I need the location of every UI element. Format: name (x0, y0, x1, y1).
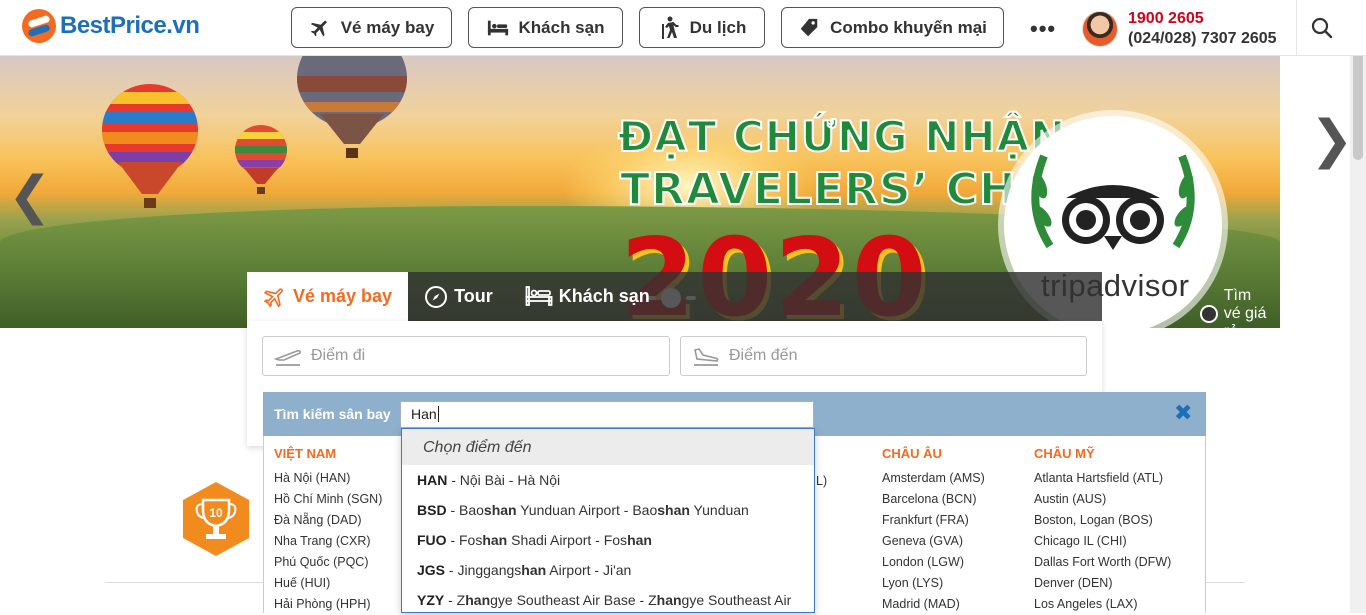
nav-flights-button[interactable]: Vé máy bay (291, 7, 452, 48)
column-title: VIỆT NAM (274, 446, 337, 461)
airport-item[interactable]: Hải Phòng (HPH) (274, 594, 382, 615)
airport-item[interactable]: London (LGW) (882, 552, 985, 573)
cheap-fare-label: Tìm vé giá rẻ (1223, 287, 1267, 340)
nav-hotels-label: Khách sạn (518, 17, 605, 37)
site-header: BestPrice.vn Vé máy bay Khách sạn Du lịc… (0, 0, 1366, 56)
bed-icon (487, 17, 509, 39)
phone-number[interactable]: (024/028) 7307 2605 (1128, 30, 1277, 48)
suggestion-item[interactable]: YZY - Zhangye Southeast Air Base - Zhang… (402, 585, 814, 612)
hotline-number[interactable]: 1900 2605 (1128, 10, 1204, 28)
tab-tour[interactable]: Tour (408, 272, 509, 321)
airport-item[interactable]: Denver (DEN) (1034, 573, 1171, 594)
airport-item[interactable]: Đà Nẵng (DAD) (274, 510, 382, 531)
landing-icon (691, 345, 721, 367)
plane-outline-icon (263, 285, 287, 309)
airport-item[interactable]: Barcelona (BCN) (882, 489, 985, 510)
svg-text:10: 10 (209, 506, 223, 520)
tab-flights[interactable]: Vé máy bay (247, 272, 409, 321)
airport-item[interactable]: Amsterdam (AMS) (882, 468, 985, 489)
airport-item[interactable]: Frankfurt (FRA) (882, 510, 985, 531)
award-title: ĐẠT CHỨNG NHẬN (617, 111, 1067, 162)
suggestion-item[interactable]: FUO - Foshan Shadi Airport - Foshan (402, 525, 814, 555)
toggle-switch[interactable] (1200, 305, 1218, 323)
search-icon[interactable] (1310, 16, 1336, 42)
close-icon[interactable]: ✖ (1174, 400, 1192, 426)
suggestion-dropdown: Chọn điểm đến HAN - Nội Bài - Hà Nội BSD… (401, 428, 815, 613)
nav-tours-button[interactable]: Du lịch (639, 7, 765, 48)
tab-hotels[interactable]: Khách sạn (509, 272, 666, 321)
nav-combo-label: Combo khuyến mại (830, 17, 987, 37)
suggestion-header: Chọn điểm đến (402, 429, 814, 465)
airport-item[interactable]: Madrid (MAD) (882, 594, 985, 615)
airport-item[interactable]: Chicago IL (CHI) (1034, 531, 1171, 552)
more-menu-button[interactable]: ••• (1030, 16, 1056, 42)
origin-placeholder: Điểm đi (311, 347, 366, 364)
hot-air-balloon-icon (235, 125, 287, 194)
airport-item[interactable]: Boston, Logan (BOS) (1034, 510, 1171, 531)
suggestion-item[interactable]: JGS - Jinggangshan Airport - Ji'an (402, 555, 814, 585)
plane-icon (309, 17, 331, 39)
airport-item[interactable]: Nha Trang (CXR) (274, 531, 382, 552)
hotline-avatar (1082, 11, 1118, 47)
cheap-fare-toggle[interactable]: Tìm vé giá rẻ (1200, 287, 1270, 341)
nav-tours-label: Du lịch (689, 17, 747, 37)
logo-tld: .vn (166, 12, 200, 39)
tab-flights-label: Vé máy bay (293, 286, 393, 306)
column-europe: CHÂU ÂU Amsterdam (AMS) Barcelona (BCN) … (882, 446, 985, 615)
nav-flights-label: Vé máy bay (340, 17, 435, 37)
takeoff-icon (273, 345, 303, 367)
airport-item[interactable]: Phú Quốc (PQC) (274, 552, 382, 573)
column-vietnam: VIỆT NAM Hà Nội (HAN) Hồ Chí Minh (SGN) … (274, 446, 382, 615)
logo-icon (22, 9, 56, 43)
hot-air-balloon-icon (297, 56, 407, 158)
airport-item[interactable]: Lyon (LYS) (882, 573, 985, 594)
hot-air-balloon-icon (102, 84, 198, 208)
logo-name: BestPrice (60, 12, 167, 39)
tab-tour-label: Tour (454, 286, 493, 306)
column-title: CHÂU MỸ (1034, 446, 1095, 461)
suggestion-item[interactable]: HAN - Nội Bài - Hà Nội (402, 465, 814, 495)
tab-hotels-label: Khách sạn (558, 286, 650, 306)
column-title: CHÂU ÂU (882, 446, 942, 461)
search-tabs: Vé máy bay Tour Khách sạn Tìm vé giá rẻ (247, 272, 1266, 340)
destination-field[interactable]: Điểm đến (680, 336, 1087, 376)
trophy-badge-icon: 10 (181, 480, 251, 558)
airport-item[interactable]: Dallas Fort Worth (DFW) (1034, 552, 1171, 573)
logo[interactable]: BestPrice.vn (22, 9, 200, 43)
airport-search-input[interactable]: Han (400, 401, 814, 428)
nav-hotels-button[interactable]: Khách sạn (468, 7, 623, 48)
tag-icon (798, 17, 820, 39)
airport-item[interactable]: Los Angeles (LAX) (1034, 594, 1171, 615)
airport-item[interactable]: Austin (AUS) (1034, 489, 1171, 510)
airport-item[interactable]: Hồ Chí Minh (SGN) (274, 489, 382, 510)
airport-item[interactable]: Geneva (GVA) (882, 531, 985, 552)
hidden-column-fragment: L) (816, 471, 827, 492)
compass-icon (424, 285, 448, 309)
header-divider (1296, 0, 1297, 56)
airport-search-label: Tìm kiếm sân bay (274, 406, 391, 422)
hiker-icon (658, 16, 680, 39)
column-americas: CHÂU MỸ Atlanta Hartsfield (ATL) Austin … (1034, 446, 1171, 615)
page-scrollbar[interactable] (1350, 28, 1366, 613)
nav-combo-button[interactable]: Combo khuyến mại (781, 7, 1004, 48)
airport-item[interactable]: Huế (HUI) (274, 573, 382, 594)
text-caret (437, 406, 439, 422)
banner-prev-button[interactable]: ❮ (8, 166, 52, 226)
origin-field[interactable]: Điểm đi (262, 336, 670, 376)
airport-item[interactable]: L) (816, 471, 827, 492)
airport-search-value: Han (411, 406, 437, 422)
airport-item[interactable]: Hà Nội (HAN) (274, 468, 382, 489)
banner-next-button[interactable]: ❯ (1310, 110, 1354, 170)
suggestion-item[interactable]: BSD - Baoshan Yunduan Airport - Baoshan … (402, 495, 814, 525)
airport-item[interactable]: Atlanta Hartsfield (ATL) (1034, 468, 1171, 489)
bed-outline-icon (525, 285, 553, 309)
destination-placeholder: Điểm đến (729, 347, 798, 364)
